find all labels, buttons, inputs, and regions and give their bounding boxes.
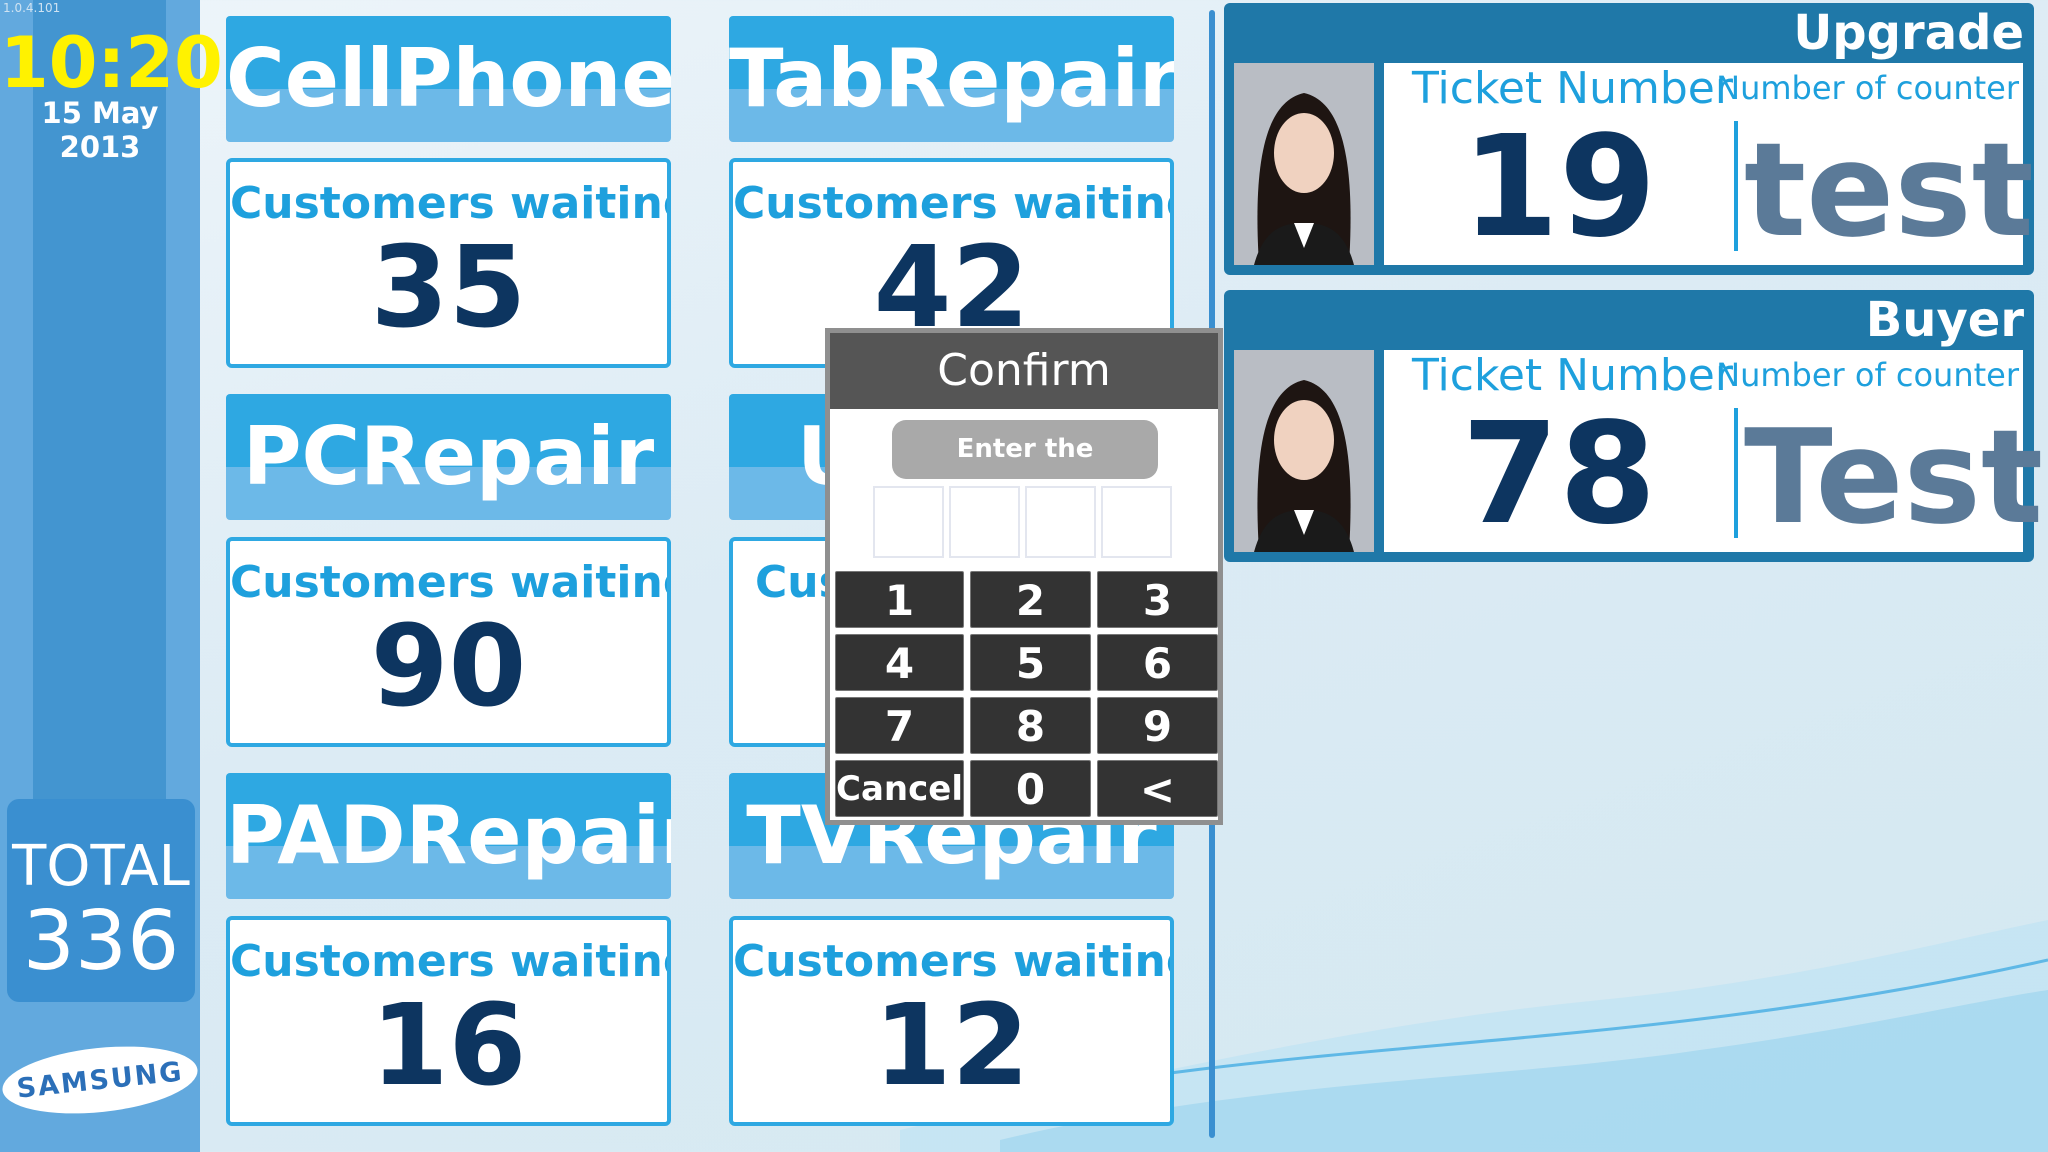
service-card[interactable]: Customers waiting 90 [226, 537, 671, 747]
counter-panel: Upgrade Ticket Number Number of counter … [1224, 3, 2034, 275]
counter-panel: Buyer Ticket Number Number of counter 78… [1224, 290, 2048, 562]
clock-date: 15 May 2013 [41, 96, 159, 164]
dialog-title: Confirm Password [830, 333, 1218, 472]
waiting-label: Customers waiting [733, 936, 1174, 987]
staff-photo [1234, 63, 1374, 265]
sidebar: 1.0.4.101 10:20 15 May 2013 TOTAL 336 SA… [0, 0, 223, 1152]
counter-label: Number of counter [1716, 356, 2019, 394]
service-header-cellphone[interactable]: CellPhone [226, 16, 671, 142]
ticket-number: 78 [1461, 393, 1657, 556]
pin-digit-2[interactable] [949, 486, 1020, 558]
waiting-count: 35 [370, 223, 527, 353]
counter-label: Number of counter [1716, 69, 2019, 107]
service-header-tabrepair[interactable]: TabRepair [729, 16, 1174, 142]
key-5[interactable]: 5 [969, 634, 1091, 691]
clock-time: 10:20 [0, 22, 223, 104]
waiting-count: 12 [873, 981, 1030, 1111]
backspace-button[interactable]: < [1096, 760, 1218, 817]
total-box: TOTAL 336 [7, 799, 195, 1002]
waiting-label: Customers waiting [230, 936, 671, 987]
service-header-padrepair[interactable]: PADRepair [226, 773, 671, 899]
waiting-count: 16 [370, 981, 527, 1111]
waiting-label: Customers waiting [230, 178, 671, 229]
counter-title: Buyer [1865, 292, 2024, 348]
key-6[interactable]: 6 [1096, 634, 1218, 691]
waiting-label: Customers waiting [230, 557, 671, 608]
counter-info: Ticket Number Number of counter 78 Test1 [1384, 350, 2048, 556]
key-3[interactable]: 3 [1096, 571, 1218, 628]
total-value: 336 [22, 894, 180, 989]
key-8[interactable]: 8 [969, 697, 1091, 754]
waiting-count: 90 [370, 602, 527, 732]
staff-photo [1234, 350, 1374, 552]
pin-digit-3[interactable] [1025, 486, 1096, 558]
version-label: 1.0.4.101 [3, 1, 61, 15]
key-4[interactable]: 4 [835, 634, 964, 691]
ticket-number: 19 [1461, 106, 1657, 269]
confirm-password-dialog: Confirm Password Enter the password 1 2 … [825, 328, 1223, 825]
key-9[interactable]: 9 [1096, 697, 1218, 754]
service-card[interactable]: Customers waiting 16 [226, 916, 671, 1126]
service-header-pcrepair[interactable]: PCRepair [226, 394, 671, 520]
key-0[interactable]: 0 [969, 760, 1091, 817]
keypad: 1 2 3 4 5 6 7 8 9 Cancel 0 < [835, 571, 1218, 817]
counter-info: Ticket Number Number of counter 19 test [1384, 63, 2034, 269]
key-2[interactable]: 2 [969, 571, 1091, 628]
password-prompt: Enter the password [892, 420, 1158, 523]
service-card[interactable]: Customers waiting 12 [729, 916, 1174, 1126]
total-label: TOTAL [12, 834, 190, 899]
counter-number: test [1744, 114, 2034, 266]
counter-number: Test1 [1744, 401, 2048, 553]
service-card[interactable]: Customers waiting 35 [226, 158, 671, 368]
cancel-button[interactable]: Cancel [835, 760, 964, 817]
waiting-label: Customers waiting [733, 178, 1174, 229]
counter-title: Upgrade [1793, 5, 2024, 61]
samsung-logo: SAMSUNG [0, 1037, 201, 1123]
pin-digit-1[interactable] [873, 486, 944, 558]
pin-digit-4[interactable] [1101, 486, 1172, 558]
key-7[interactable]: 7 [835, 697, 964, 754]
key-1[interactable]: 1 [835, 571, 964, 628]
